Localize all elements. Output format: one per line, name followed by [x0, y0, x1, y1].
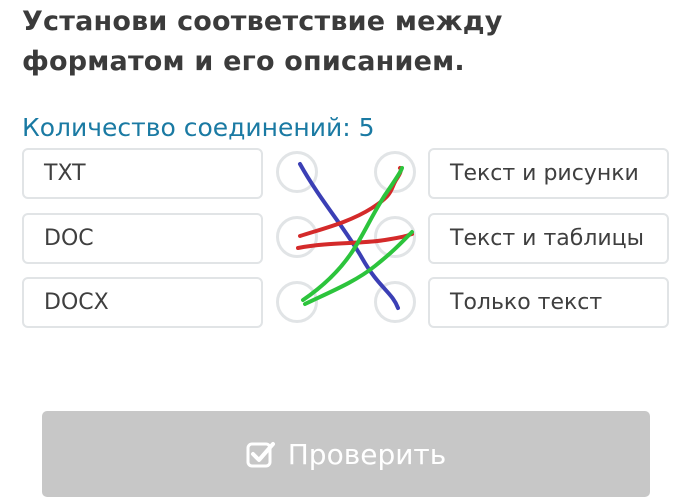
matching-exercise: Установи соответствие между форматом и е… [0, 0, 687, 501]
left-connector-dot-2[interactable] [276, 216, 318, 258]
left-item-label: DOC [44, 226, 94, 251]
right-item-label: Только текст [450, 290, 603, 315]
left-item-txt[interactable]: TXT [22, 148, 263, 199]
check-button[interactable]: Проверить [42, 411, 650, 497]
task-title: Установи соответствие между форматом и е… [22, 6, 503, 77]
left-connector-dot-1[interactable] [276, 151, 318, 193]
right-item-text-only[interactable]: Только текст [428, 277, 669, 328]
left-item-doc[interactable]: DOC [22, 213, 263, 264]
right-connector-dot-1[interactable] [374, 151, 416, 193]
checkbox-check-icon [246, 442, 275, 468]
check-button-label: Проверить [287, 437, 447, 471]
left-item-label: DOCX [44, 290, 109, 315]
right-item-text-and-tables[interactable]: Текст и таблицы [428, 213, 669, 264]
right-connector-dot-3[interactable] [374, 281, 416, 323]
left-connector-dot-3[interactable] [276, 281, 318, 323]
left-item-label: TXT [44, 161, 86, 186]
connections-count: Количество соединений: 5 [22, 113, 375, 142]
right-item-text-and-images[interactable]: Текст и рисунки [428, 148, 669, 199]
right-item-label: Текст и рисунки [450, 161, 639, 186]
left-item-docx[interactable]: DOCX [22, 277, 263, 328]
right-item-label: Текст и таблицы [450, 226, 645, 251]
right-connector-dot-2[interactable] [374, 216, 416, 258]
